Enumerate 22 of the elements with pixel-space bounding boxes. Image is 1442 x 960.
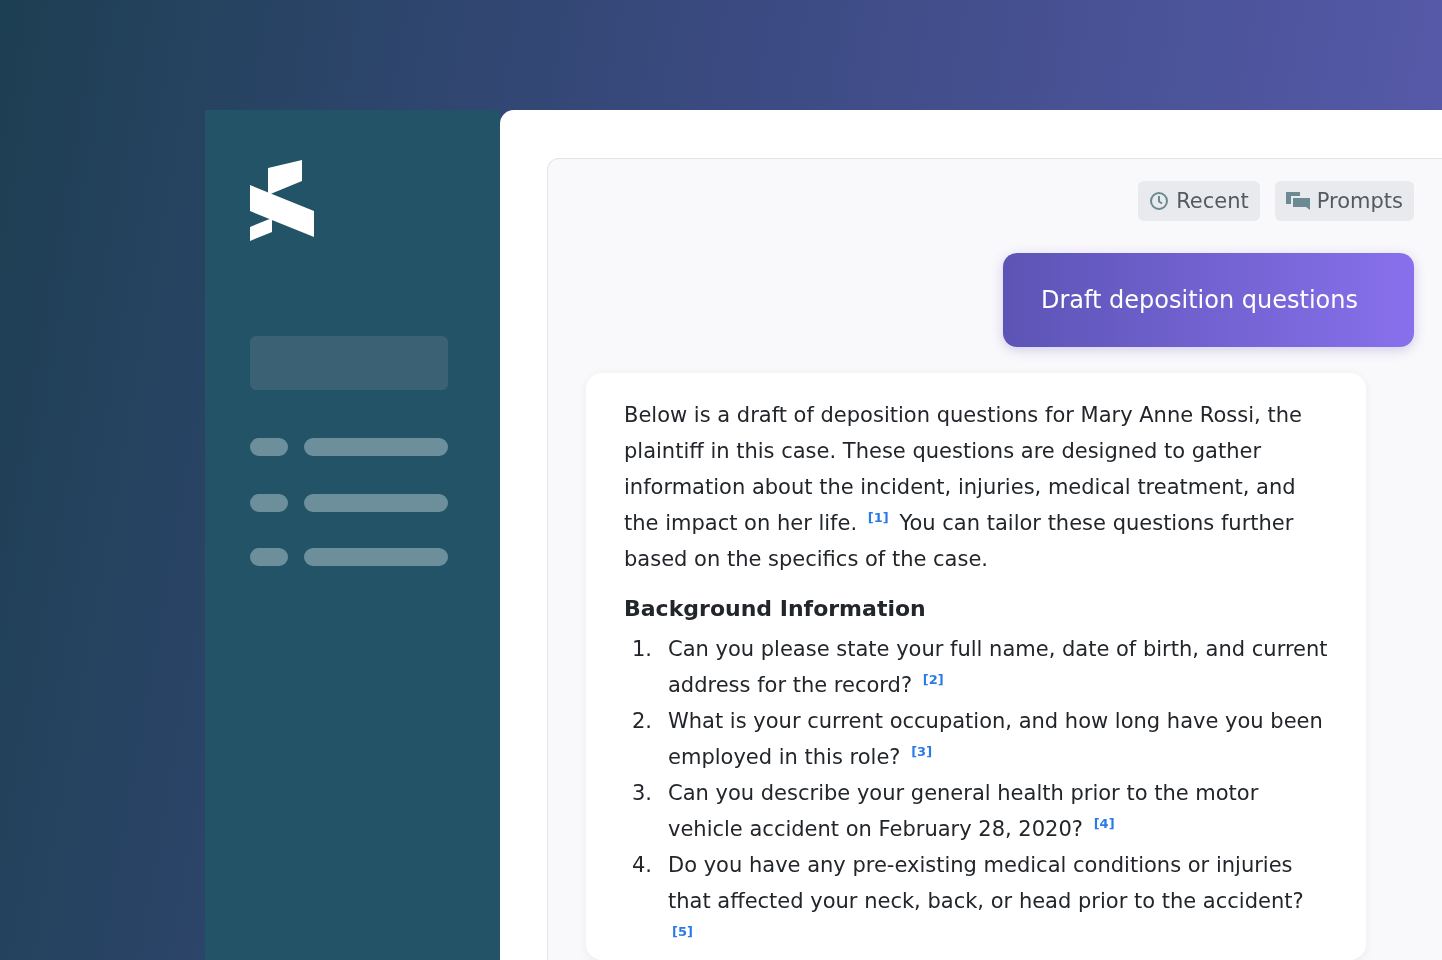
citation-link[interactable]: [4] xyxy=(1093,816,1115,831)
question-text: What is your current occupation, and how long have you been employed in this role? $^{[3]}$ xyxy=(668,708,1324,771)
toolbar-button[interactable]: Recent xyxy=(1138,181,1260,221)
question-text: Can you describe your general health prior to the motor vehicle accident on February 28, 2020? $^{[4]}$ xyxy=(668,780,1260,843)
placeholder-bar xyxy=(250,548,288,566)
citation-link[interactable]: [3] xyxy=(911,744,933,759)
list-number: 3. xyxy=(632,780,654,807)
chat-icon xyxy=(1285,192,1310,210)
placeholder-bar xyxy=(250,494,288,512)
section-heading: Background Information xyxy=(624,595,927,623)
intro-paragraph: Below is a draft of deposition questions for Mary Anne Rossi, the plaintiff in this case. These questions are designed to gather information about the incident, injuries, medical treatment, and the impact on her life. $^{[1]}$ You can tailor these questions further based on the specifics of the case. xyxy=(624,402,1303,573)
citation-link[interactable]: [1] xyxy=(867,510,889,525)
citation-link[interactable]: [2] xyxy=(922,672,944,687)
placeholder-bar xyxy=(250,438,288,456)
citation-link[interactable]: [5] xyxy=(672,924,693,939)
toolbar-button[interactable]: Prompts xyxy=(1274,181,1414,221)
list-number: 1. xyxy=(632,636,654,663)
list-number: 4. xyxy=(632,852,654,879)
prompt-bubble: Draft deposition questions xyxy=(1003,253,1414,347)
question-text: Can you please state your full name, date of birth, and current address for the record? $^{[2]}$ xyxy=(668,636,1329,699)
list-number: 2. xyxy=(632,708,654,735)
clock-icon xyxy=(1149,191,1170,211)
